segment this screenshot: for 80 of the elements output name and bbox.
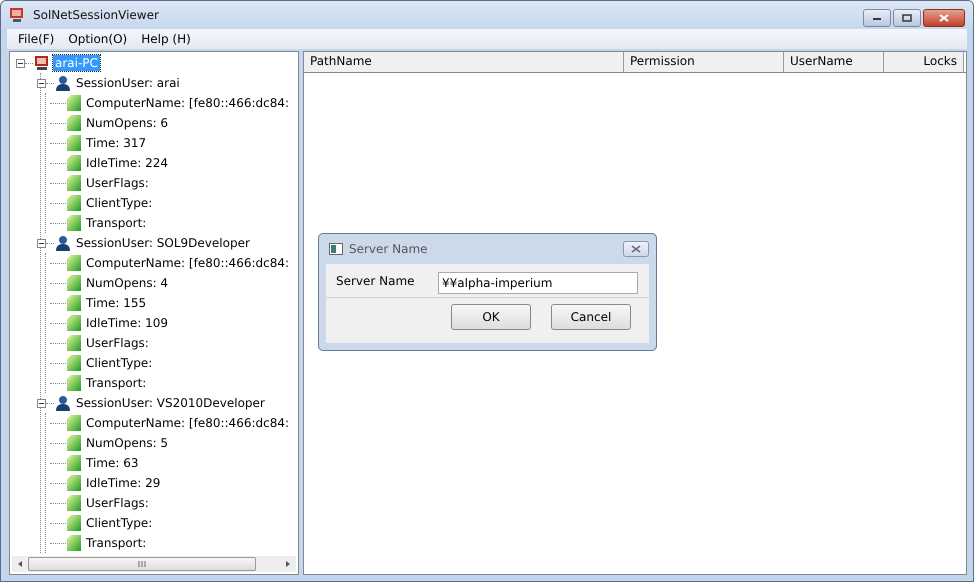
document-icon	[67, 535, 81, 551]
document-icon	[67, 135, 81, 151]
document-icon	[67, 175, 81, 191]
close-icon	[631, 245, 641, 253]
user-icon	[55, 75, 71, 91]
tree-item[interactable]: UserFlags:	[84, 335, 151, 351]
tree-item[interactable]: Transport:	[84, 375, 148, 391]
document-icon	[67, 455, 81, 471]
document-icon	[67, 335, 81, 351]
collapse-toggle[interactable]	[16, 58, 25, 68]
window-icon	[329, 243, 343, 255]
tree-item[interactable]: NumOpens: 4	[84, 275, 170, 291]
maximize-icon	[902, 14, 912, 22]
document-icon	[67, 155, 81, 171]
tree-item[interactable]: SessionUser: SOL9Developer	[74, 235, 252, 251]
column-header[interactable]: Permission	[624, 52, 784, 72]
window-title: SolNetSessionViewer	[33, 8, 159, 22]
computer-icon	[9, 7, 25, 23]
right-arrow-icon[interactable]	[284, 560, 292, 568]
minimize-icon	[872, 15, 882, 21]
tree-item[interactable]: Transport:	[84, 535, 148, 551]
ok-button[interactable]: OK	[451, 304, 531, 330]
tree-item[interactable]: UserFlags:	[84, 495, 151, 511]
tree-item[interactable]: ComputerName: [fe80::466:dc84:	[84, 95, 292, 111]
left-arrow-icon[interactable]	[16, 560, 24, 568]
document-icon	[67, 195, 81, 211]
document-icon	[67, 255, 81, 271]
cancel-button[interactable]: Cancel	[551, 304, 631, 330]
document-icon	[67, 415, 81, 431]
tree-item[interactable]: ClientType:	[84, 515, 154, 531]
column-header[interactable]: UserName	[784, 52, 884, 72]
document-icon	[67, 95, 81, 111]
horizontal-scrollbar[interactable]	[12, 556, 296, 572]
tree-item[interactable]: Time: 155	[84, 295, 148, 311]
close-icon	[939, 14, 949, 22]
document-icon	[67, 115, 81, 131]
user-icon	[55, 235, 71, 251]
tree-item[interactable]: Time: 317	[84, 135, 148, 151]
document-icon	[67, 315, 81, 331]
document-icon	[67, 215, 81, 231]
document-icon	[67, 275, 81, 291]
column-header[interactable]: PathName	[304, 52, 624, 72]
tree-item[interactable]: ComputerName: [fe80::466:dc84:	[84, 415, 292, 431]
tree-item[interactable]: ComputerName: [fe80::466:dc84:	[84, 255, 292, 271]
minimize-button[interactable]	[863, 9, 891, 27]
user-icon	[55, 395, 71, 411]
document-icon	[67, 495, 81, 511]
collapse-toggle[interactable]	[37, 238, 46, 248]
menu-item[interactable]: Option(O)	[63, 32, 132, 46]
tree-item[interactable]: IdleTime: 224	[84, 155, 170, 171]
tree-item[interactable]: Transport:	[84, 215, 148, 231]
maximize-button[interactable]	[893, 9, 921, 27]
close-button[interactable]	[623, 241, 649, 257]
document-icon	[67, 435, 81, 451]
collapse-toggle[interactable]	[37, 398, 46, 408]
tree-item[interactable]: Time: 63	[84, 455, 140, 471]
document-icon	[67, 295, 81, 311]
tree-item[interactable]: SessionUser: arai	[74, 75, 182, 91]
menu-item[interactable]: File(F)	[13, 32, 60, 46]
tree-item[interactable]: IdleTime: 29	[84, 475, 162, 491]
tree-item[interactable]: NumOpens: 5	[84, 435, 170, 451]
tree-item[interactable]: NumOpens: 6	[84, 115, 170, 131]
close-button[interactable]	[923, 9, 965, 27]
document-icon	[67, 355, 81, 371]
tree-item[interactable]: IdleTime: 109	[84, 315, 170, 331]
document-icon	[67, 475, 81, 491]
scrollbar-thumb[interactable]	[28, 557, 256, 571]
tree-item[interactable]: UserFlags:	[84, 175, 151, 191]
tree-item[interactable]: ClientType:	[84, 195, 154, 211]
tree-item[interactable]: SessionUser: VS2010Developer	[74, 395, 267, 411]
tree-item[interactable]: ClientType:	[84, 355, 154, 371]
field-label: Server Name	[336, 274, 416, 288]
document-icon	[67, 515, 81, 531]
computer-icon	[34, 55, 50, 71]
server-name-field[interactable]: ¥¥alpha-imperium	[438, 272, 638, 294]
dialog-title: Server Name	[349, 242, 428, 256]
collapse-toggle[interactable]	[37, 78, 46, 88]
document-icon	[67, 375, 81, 391]
menu-item[interactable]: Help (H)	[136, 32, 196, 46]
column-header[interactable]: Locks	[884, 52, 964, 72]
